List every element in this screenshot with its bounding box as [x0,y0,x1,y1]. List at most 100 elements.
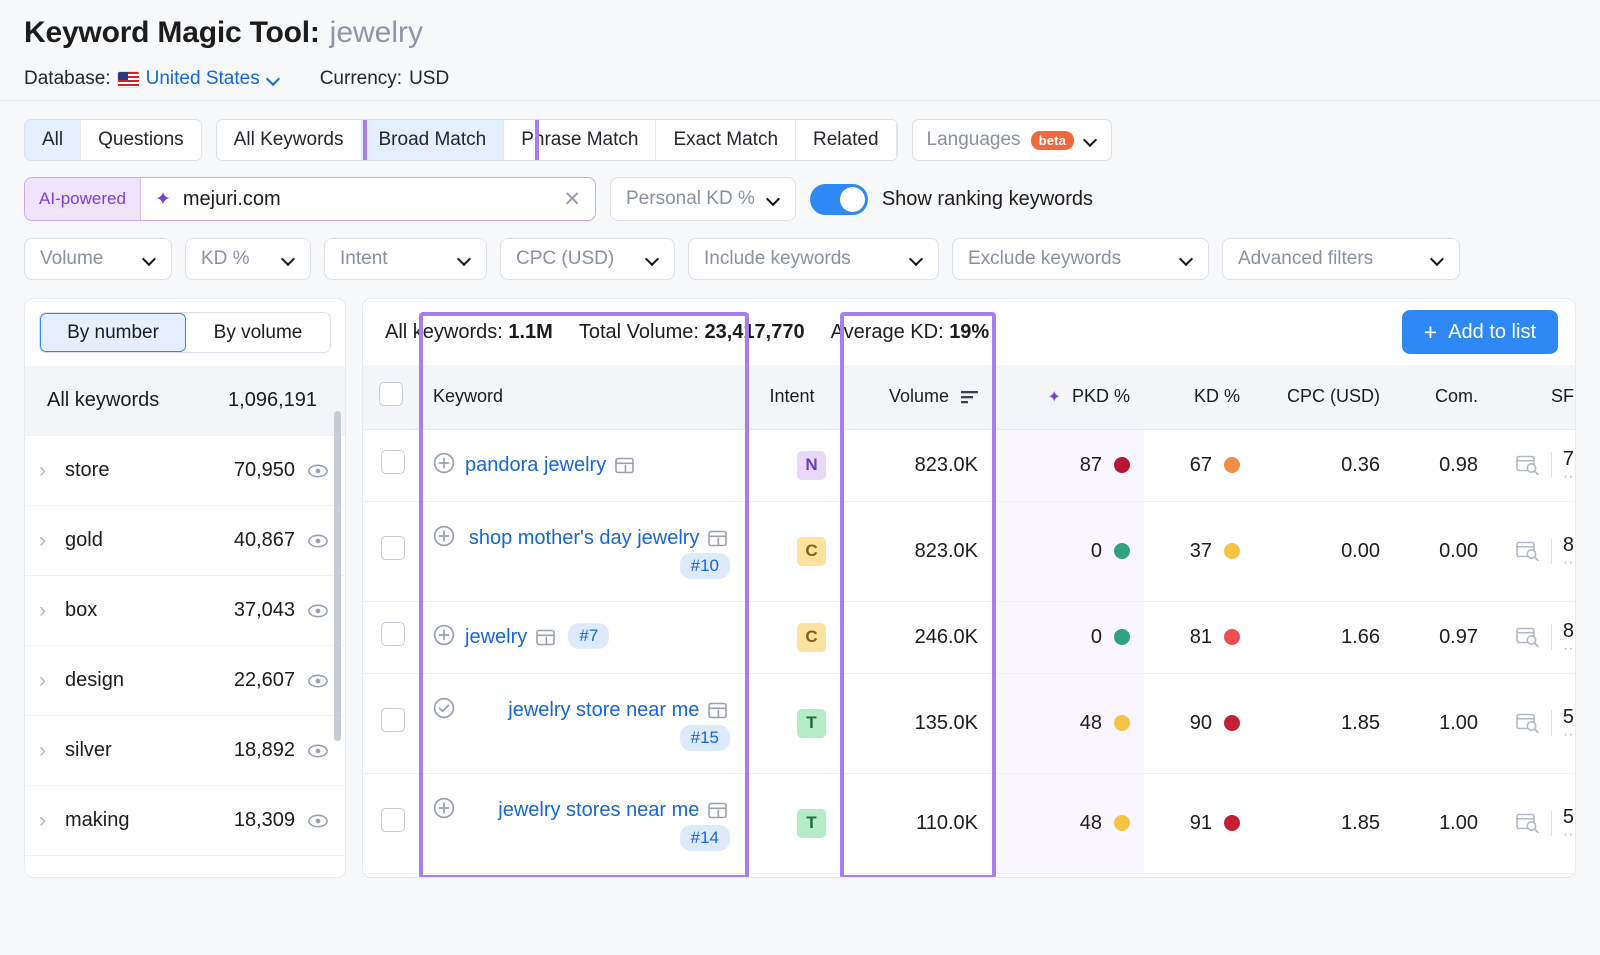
sidebar-item-box[interactable]: › box 37,043 [25,576,345,646]
chevron-down-icon[interactable] [767,193,780,206]
languages-dropdown[interactable]: Languages beta [912,119,1113,161]
check-circle-icon[interactable] [433,697,455,719]
chevron-down-icon[interactable] [1180,253,1193,266]
tab-all-keywords[interactable]: All Keywords [217,120,362,160]
segment-by-volume[interactable]: By volume [186,313,330,352]
filter-include-keywords[interactable]: Include keywords [688,238,939,280]
expand-chevron-icon[interactable]: › [39,669,65,693]
filter-kd[interactable]: KD % [185,238,311,280]
row-checkbox-cell[interactable] [363,429,419,501]
eye-icon[interactable] [307,740,329,762]
domain-input-wrapper[interactable]: ✦ mejuri.com ✕ [140,178,595,220]
row-checkbox[interactable] [381,808,405,832]
filter-advanced[interactable]: Advanced filters [1222,238,1460,280]
serp-feature-icon[interactable] [708,702,727,719]
row-checkbox[interactable] [381,622,405,646]
tab-questions[interactable]: Questions [81,120,201,160]
filter-cpc[interactable]: CPC (USD) [500,238,675,280]
plus-circle-icon[interactable] [433,797,455,819]
tab-phrase-match[interactable]: Phrase Match [504,120,656,160]
serp-feature-icon[interactable] [708,530,727,547]
filter-volume[interactable]: Volume [24,238,172,280]
sidebar-item-design[interactable]: › design 22,607 [25,646,345,716]
sidebar-scrollbar[interactable] [334,411,341,741]
chevron-down-icon[interactable] [646,253,659,266]
chevron-down-icon[interactable] [1431,253,1444,266]
filter-exclude-keywords[interactable]: Exclude keywords [952,238,1209,280]
expand-chevron-icon[interactable]: › [39,809,65,833]
rank-badge[interactable]: #7 [568,623,609,649]
expand-chevron-icon[interactable]: › [39,529,65,553]
header-volume[interactable]: Volume [840,365,992,429]
sidebar-item-silver[interactable]: › silver 18,892 [25,716,345,786]
personal-kd-dropdown[interactable]: Personal KD % [610,177,796,221]
chevron-down-icon[interactable] [458,253,471,266]
serp-features-icon[interactable] [1516,713,1540,734]
keyword-link[interactable]: pandora jewelry [465,454,606,476]
header-com[interactable]: Com. [1394,365,1492,429]
filter-intent[interactable]: Intent [324,238,487,280]
table-row[interactable]: jewelry store near me #15 T 135.0K 48 [363,673,1576,773]
chevron-down-icon[interactable] [910,253,923,266]
serp-features-icon[interactable] [1516,541,1540,562]
tab-all[interactable]: All [25,120,81,160]
serp-feature-icon[interactable] [536,629,555,646]
header-cpc[interactable]: CPC (USD) [1254,365,1394,429]
expand-chevron-icon[interactable]: › [39,739,65,763]
domain-input[interactable]: mejuri.com [183,188,552,211]
show-ranking-keywords-toggle[interactable] [810,184,868,215]
row-checkbox[interactable] [381,450,405,474]
serp-feature-icon[interactable] [615,457,634,474]
sidebar-item-making[interactable]: › making 18,309 [25,786,345,856]
header-sf[interactable]: SF [1492,365,1576,429]
row-checkbox[interactable] [381,536,405,560]
serp-features-icon[interactable] [1516,813,1540,834]
header-intent[interactable]: Intent [744,365,840,429]
tab-related[interactable]: Related [796,120,897,160]
eye-icon[interactable] [307,460,329,482]
chevron-down-icon[interactable] [267,73,280,86]
chevron-down-icon[interactable] [1084,134,1097,147]
header-select-all[interactable] [363,365,419,429]
rank-badge[interactable]: #14 [680,825,730,851]
header-kd[interactable]: KD % [1144,365,1254,429]
eye-icon[interactable] [307,670,329,692]
keyword-link[interactable]: jewelry store near me [508,699,699,721]
sidebar-item-store[interactable]: › store 70,950 [25,436,345,506]
sidebar-item-gold[interactable]: › gold 40,867 [25,506,345,576]
serp-features-icon[interactable] [1516,455,1540,476]
database-value[interactable]: United States [146,68,260,90]
plus-circle-icon[interactable] [433,452,455,474]
keyword-link[interactable]: shop mother's day jewelry [469,527,700,549]
keyword-link[interactable]: jewelry [465,626,527,648]
row-checkbox-cell[interactable] [363,601,419,673]
rank-badge[interactable]: #10 [680,553,730,579]
expand-chevron-icon[interactable]: › [39,599,65,623]
table-row[interactable]: jewelry #7 C 246.0K 0 [363,601,1576,673]
sidebar-item-all-keywords[interactable]: All keywords 1,096,191 [25,366,345,436]
database-selector[interactable]: Database: United States [24,68,280,90]
row-checkbox[interactable] [381,708,405,732]
add-to-list-button[interactable]: + Add to list [1402,310,1558,354]
header-keyword[interactable]: Keyword [419,365,744,429]
table-row[interactable]: pandora jewelry N 823.0K 87 [363,429,1576,501]
serp-feature-icon[interactable] [708,802,727,819]
rank-badge[interactable]: #15 [680,725,730,751]
chevron-down-icon[interactable] [143,253,156,266]
select-all-checkbox[interactable] [379,382,403,406]
tab-exact-match[interactable]: Exact Match [656,120,796,160]
table-row[interactable]: shop mother's day jewelry #10 C 823.0K 0 [363,501,1576,601]
table-row[interactable]: jewelry stores near me #14 T 110.0K 48 [363,773,1576,873]
plus-circle-icon[interactable] [433,525,455,547]
eye-icon[interactable] [307,810,329,832]
expand-chevron-icon[interactable]: › [39,459,65,483]
row-checkbox-cell[interactable] [363,773,419,873]
row-checkbox-cell[interactable] [363,673,419,773]
serp-features-icon[interactable] [1516,627,1540,648]
eye-icon[interactable] [307,530,329,552]
eye-icon[interactable] [307,600,329,622]
plus-circle-icon[interactable] [433,624,455,646]
tab-broad-match[interactable]: Broad Match [362,120,505,160]
keyword-link[interactable]: jewelry stores near me [498,799,699,821]
sort-icon[interactable] [961,390,978,404]
